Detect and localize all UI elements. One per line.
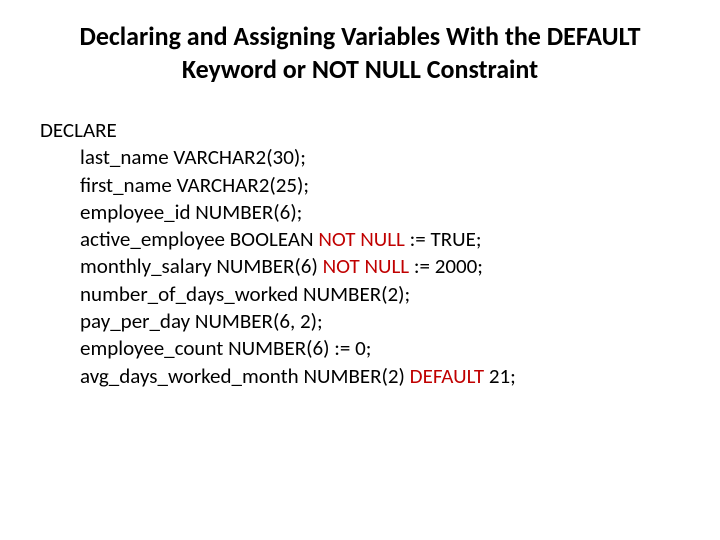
code-text: first_name VARCHAR2(25); — [80, 172, 309, 198]
declaration-line: avg_days_worked_month NUMBER(2) DEFAULT … — [40, 363, 680, 390]
declaration-line: first_name VARCHAR2(25); — [40, 172, 680, 199]
code-text: pay_per_day NUMBER(6, 2); — [80, 308, 323, 334]
constraint-keyword: DEFAULT — [410, 363, 484, 389]
code-text: := TRUE; — [405, 226, 482, 252]
declaration-line: pay_per_day NUMBER(6, 2); — [40, 308, 680, 335]
constraint-keyword: NOT NULL — [323, 253, 410, 279]
declaration-line: number_of_days_worked NUMBER(2); — [40, 281, 680, 308]
code-text: number_of_days_worked NUMBER(2); — [80, 281, 410, 307]
declaration-line: monthly_salary NUMBER(6) NOT NULL := 200… — [40, 253, 680, 280]
code-text: avg_days_worked_month NUMBER(2) — [80, 363, 410, 389]
code-text: := 2000; — [409, 253, 483, 279]
declaration-line: active_employee BOOLEAN NOT NULL := TRUE… — [40, 226, 680, 253]
declaration-line: employee_id NUMBER(6); — [40, 199, 680, 226]
slide-title: Declaring and Assigning Variables With t… — [40, 20, 680, 85]
code-block: DECLARE last_name VARCHAR2(30); first_na… — [40, 117, 680, 390]
code-text: last_name VARCHAR2(30); — [80, 144, 306, 170]
declare-keyword: DECLARE — [40, 117, 680, 144]
code-text: 21; — [484, 363, 516, 389]
code-text: active_employee BOOLEAN — [80, 226, 318, 252]
declaration-line: last_name VARCHAR2(30); — [40, 144, 680, 171]
code-text: employee_id NUMBER(6); — [80, 199, 302, 225]
declaration-line: employee_count NUMBER(6) := 0; — [40, 335, 680, 362]
code-text: employee_count NUMBER(6) := 0; — [80, 335, 371, 361]
constraint-keyword: NOT NULL — [318, 226, 405, 252]
slide: Declaring and Assigning Variables With t… — [0, 0, 720, 540]
code-text: monthly_salary NUMBER(6) — [80, 253, 323, 279]
